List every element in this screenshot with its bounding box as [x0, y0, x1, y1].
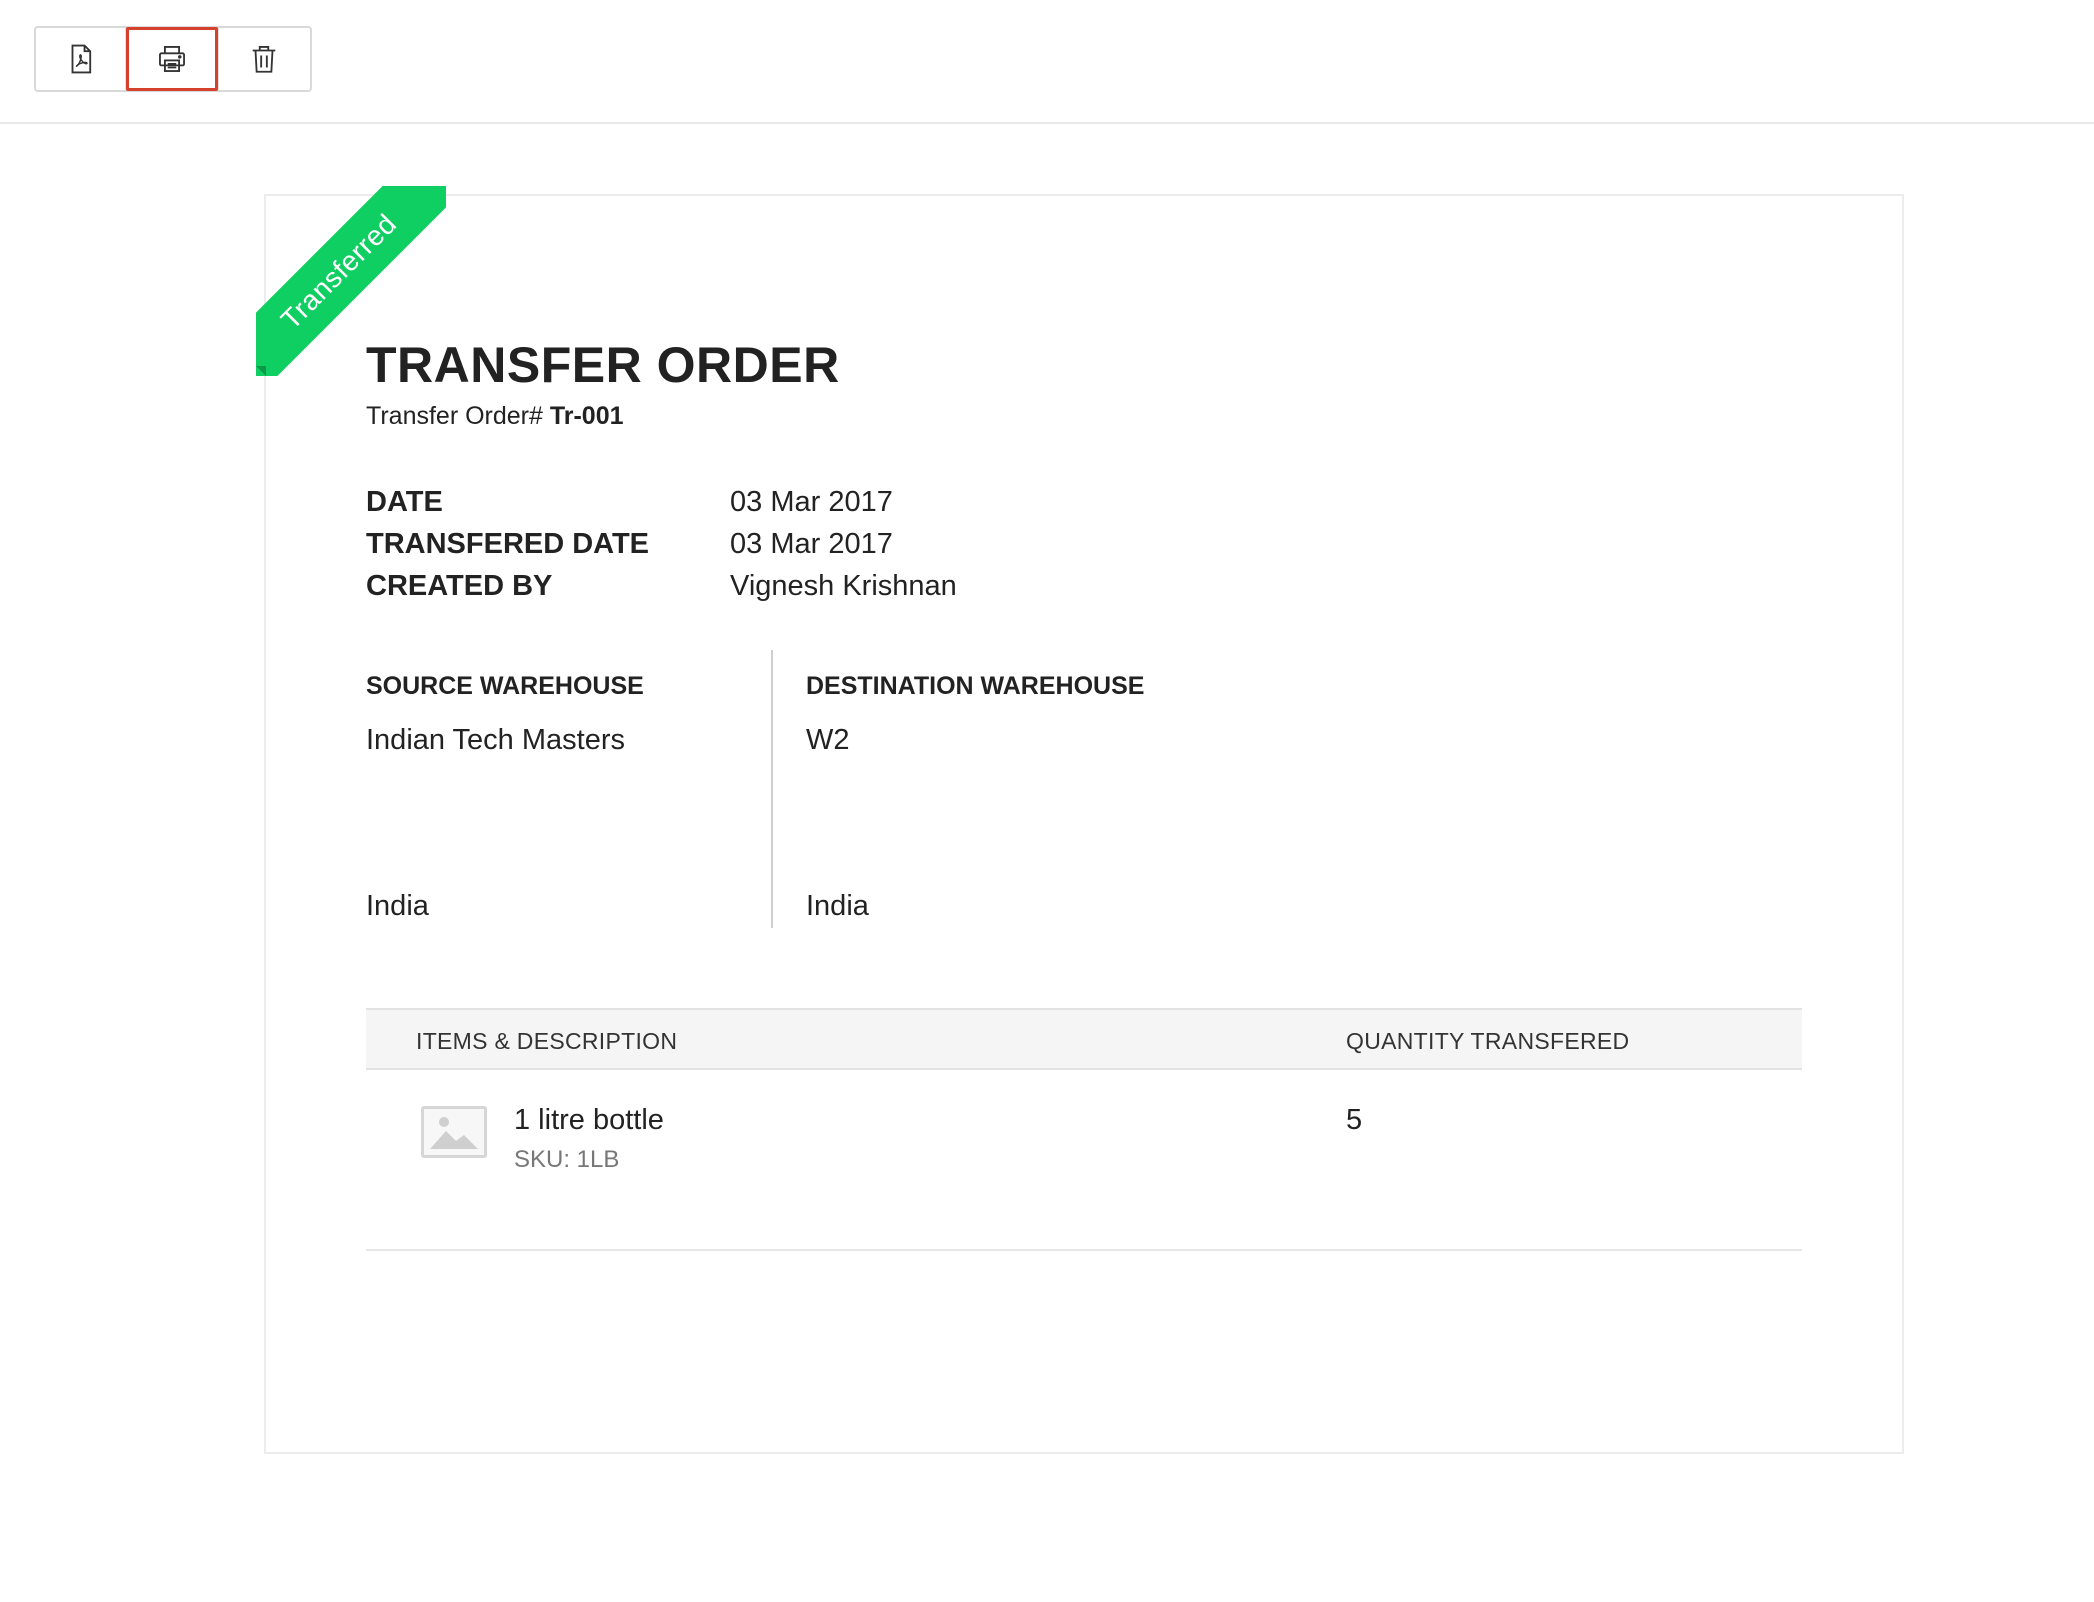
order-number: Tr-001: [549, 402, 624, 430]
pdf-icon: [71, 44, 91, 74]
meta-label: DATE: [366, 486, 443, 518]
items-table-header: ITEMS & DESCRIPTION QUANTITY TRANSFERED: [366, 1008, 1802, 1070]
source-warehouse-name: Indian Tech Masters: [366, 724, 625, 756]
item-quantity: 5: [1346, 1104, 1363, 1136]
pdf-button[interactable]: [36, 28, 128, 90]
destination-warehouse-country: India: [806, 890, 869, 922]
meta-value: 03 Mar 2017: [730, 528, 893, 560]
warehouse-divider: [771, 650, 773, 928]
action-button-group: [34, 26, 312, 92]
toolbar: [0, 0, 2094, 124]
meta-label: TRANSFERED DATE: [366, 528, 650, 560]
trash-icon: [253, 46, 276, 73]
item-sku: SKU: 1LB: [514, 1146, 620, 1173]
print-button[interactable]: [126, 27, 219, 91]
table-bottom-divider: [366, 1249, 1802, 1251]
column-header-items: ITEMS & DESCRIPTION: [416, 1028, 678, 1054]
source-warehouse-label: SOURCE WAREHOUSE: [366, 672, 644, 700]
printer-icon: [159, 46, 185, 72]
image-placeholder-icon: [430, 1117, 478, 1149]
order-number-line: Transfer Order# Tr-001: [366, 402, 624, 431]
destination-warehouse-label: DESTINATION WAREHOUSE: [806, 672, 1145, 700]
column-header-quantity: QUANTITY TRANSFERED: [1346, 1028, 1630, 1054]
meta-value: 03 Mar 2017: [730, 486, 893, 518]
item-name[interactable]: 1 litre bottle: [514, 1104, 664, 1137]
destination-warehouse-name: W2: [806, 724, 850, 756]
item-thumbnail: [421, 1106, 487, 1158]
delete-button[interactable]: [219, 28, 310, 90]
source-warehouse-country: India: [366, 890, 429, 922]
meta-value: Vignesh Krishnan: [730, 570, 957, 602]
order-number-label: Transfer Order#: [366, 402, 543, 430]
page-title: TRANSFER ORDER: [366, 337, 840, 393]
ribbon-fold: [256, 366, 266, 376]
meta-label: CREATED BY: [366, 570, 553, 602]
